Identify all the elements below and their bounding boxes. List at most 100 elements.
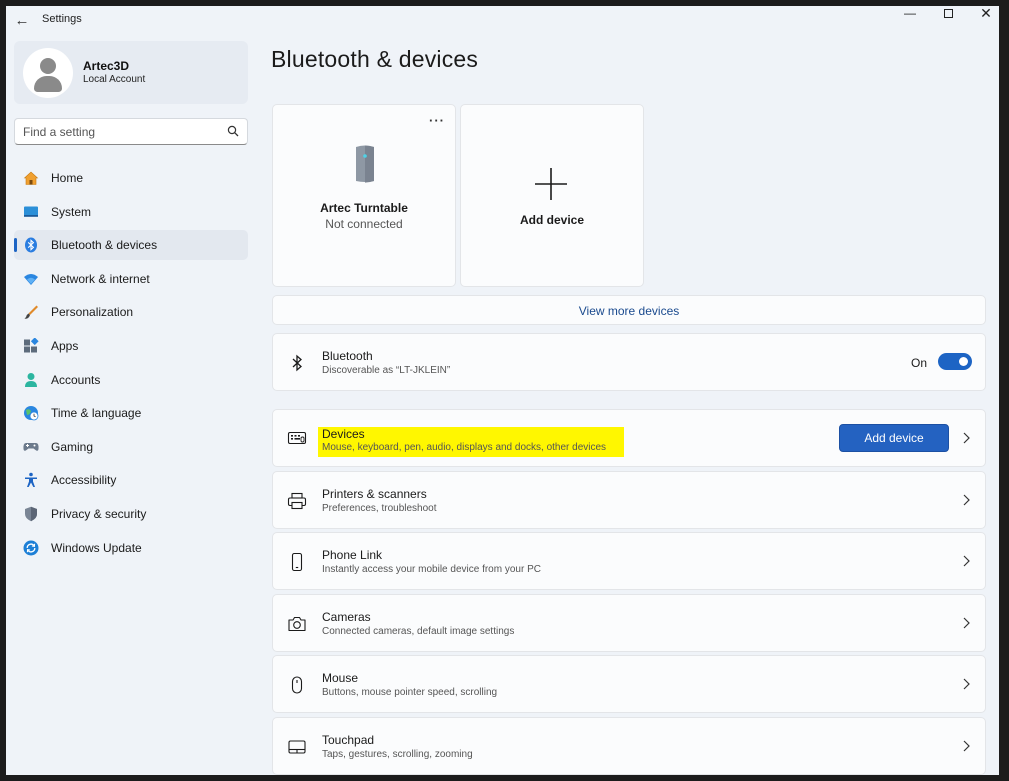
phone-link-row[interactable]: Phone Link Instantly access your mobile … (272, 532, 986, 590)
shield-icon (25, 506, 37, 522)
mouse-row[interactable]: Mouse Buttons, mouse pointer speed, scro… (272, 655, 986, 713)
keyboard-devices-icon (287, 431, 307, 445)
chevron-right-icon (963, 617, 970, 629)
device-card-artec-turntable[interactable]: ··· Artec Turntable Not connected (272, 104, 456, 287)
add-device-button[interactable]: Add device (839, 424, 949, 452)
sidebar-item-label: Network & internet (51, 271, 150, 286)
bluetooth-icon (292, 354, 302, 372)
bluetooth-toggle-label: On (910, 356, 927, 370)
sidebar-item-gaming[interactable]: Gaming (14, 432, 248, 462)
sidebar-item-bluetooth[interactable]: Bluetooth & devices (14, 230, 248, 261)
chevron-right-icon (963, 678, 970, 690)
wifi-icon (24, 273, 38, 285)
sidebar-item-label: Time & language (51, 406, 142, 421)
touchpad-row[interactable]: Touchpad Taps, gestures, scrolling, zoom… (272, 717, 986, 775)
user-profile[interactable]: Artec3D Local Account (14, 41, 248, 104)
home-icon (23, 171, 39, 185)
sidebar-item-apps[interactable]: Apps (14, 331, 248, 361)
sidebar-item-label: Home (51, 171, 84, 185)
touchpad-title: Touchpad (322, 733, 375, 747)
maximize-button[interactable] (930, 6, 966, 28)
sidebar-item-label: Gaming (51, 439, 94, 454)
mouse-subtitle: Buttons, mouse pointer speed, scrolling (322, 687, 498, 698)
brush-icon (24, 305, 38, 320)
update-icon (23, 540, 39, 556)
sidebar-item-label: Personalization (51, 305, 134, 320)
accessibility-icon (25, 473, 37, 488)
bluetooth-subtitle: Discoverable as “LT-JKLEIN” (322, 365, 451, 376)
cameras-row[interactable]: Cameras Connected cameras, default image… (272, 594, 986, 652)
sidebar-item-accounts[interactable]: Accounts (14, 365, 248, 395)
plus-icon (535, 168, 567, 200)
sidebar-item-label: Accounts (51, 372, 101, 387)
devices-row[interactable]: Devices Mouse, keyboard, pen, audio, dis… (272, 409, 986, 467)
profile-account-type: Local Account (83, 74, 146, 85)
maximize-icon (943, 9, 953, 18)
more-options-button[interactable]: ··· (429, 113, 445, 128)
globe-clock-icon (24, 406, 39, 421)
sidebar-item-privacy-security[interactable]: Privacy & security (14, 499, 248, 529)
bluetooth-row: Bluetooth Discoverable as “LT-JKLEIN” On (272, 333, 986, 391)
avatar-body-icon (34, 76, 62, 92)
sidebar-nav: Home System Bluetooth & devices Network … (14, 163, 248, 566)
phone-link-subtitle: Instantly access your mobile device from… (322, 564, 541, 575)
chevron-right-icon (963, 432, 970, 444)
accounts-icon (25, 372, 37, 387)
sidebar-item-time-language[interactable]: Time & language (14, 398, 248, 428)
bluetooth-title: Bluetooth (322, 349, 373, 363)
back-button[interactable]: ← (12, 11, 32, 31)
avatar (23, 48, 73, 98)
page-title: Bluetooth & devices (271, 46, 479, 72)
sidebar-item-label: Bluetooth & devices (51, 238, 158, 253)
sidebar-item-label: Apps (51, 338, 79, 353)
sidebar-item-system[interactable]: System (14, 197, 248, 227)
mouse-icon (291, 676, 303, 694)
add-device-card[interactable]: Add device (460, 104, 644, 287)
devices-title: Devices (322, 427, 365, 441)
bluetooth-toggle[interactable] (938, 353, 972, 370)
printers-title: Printers & scanners (322, 487, 427, 501)
bluetooth-icon (25, 237, 37, 253)
sidebar-item-accessibility[interactable]: Accessibility (14, 465, 248, 495)
search-icon[interactable] (227, 125, 239, 137)
devices-subtitle: Mouse, keyboard, pen, audio, displays an… (322, 442, 607, 453)
chevron-right-icon (963, 494, 970, 506)
device-name: Artec Turntable (320, 201, 408, 215)
sidebar-item-label: Privacy & security (51, 506, 147, 521)
sidebar-item-windows-update[interactable]: Windows Update (14, 533, 248, 563)
phone-icon (291, 552, 303, 572)
sidebar-item-label: Accessibility (51, 473, 117, 488)
printers-scanners-row[interactable]: Printers & scanners Preferences, trouble… (272, 471, 986, 529)
sidebar-item-home[interactable]: Home (14, 163, 248, 193)
close-button[interactable]: ✕ (968, 6, 999, 28)
minimize-button[interactable]: — (892, 6, 928, 28)
printer-icon (287, 492, 307, 510)
printers-subtitle: Preferences, troubleshoot (322, 503, 437, 514)
chevron-right-icon (963, 740, 970, 752)
cameras-subtitle: Connected cameras, default image setting… (322, 626, 515, 637)
cameras-title: Cameras (322, 610, 371, 624)
mouse-title: Mouse (322, 671, 359, 685)
add-device-card-label: Add device (519, 213, 585, 227)
apps-icon (24, 337, 39, 353)
system-icon (24, 206, 38, 217)
search-input[interactable] (23, 123, 213, 140)
profile-name: Artec3D (83, 59, 130, 73)
gamepad-icon (23, 442, 39, 451)
view-more-devices-button[interactable]: View more devices (272, 295, 986, 325)
camera-icon (288, 616, 306, 632)
avatar-head-icon (40, 58, 56, 74)
sidebar-item-network[interactable]: Network & internet (14, 264, 248, 294)
sidebar-item-label: Windows Update (51, 540, 142, 555)
search-box (14, 118, 248, 145)
view-more-devices-label: View more devices (578, 304, 680, 318)
settings-window: ← Settings — ✕ Artec3D Local Account Hom… (6, 6, 999, 775)
touchpad-icon (288, 740, 306, 754)
sidebar-item-personalization[interactable]: Personalization (14, 297, 248, 327)
app-title: Settings (42, 13, 82, 25)
title-bar: ← Settings — ✕ (6, 6, 999, 36)
turntable-device-icon (356, 145, 374, 183)
sidebar-item-label: System (51, 204, 92, 219)
phone-link-title: Phone Link (322, 548, 383, 562)
chevron-right-icon (963, 555, 970, 567)
